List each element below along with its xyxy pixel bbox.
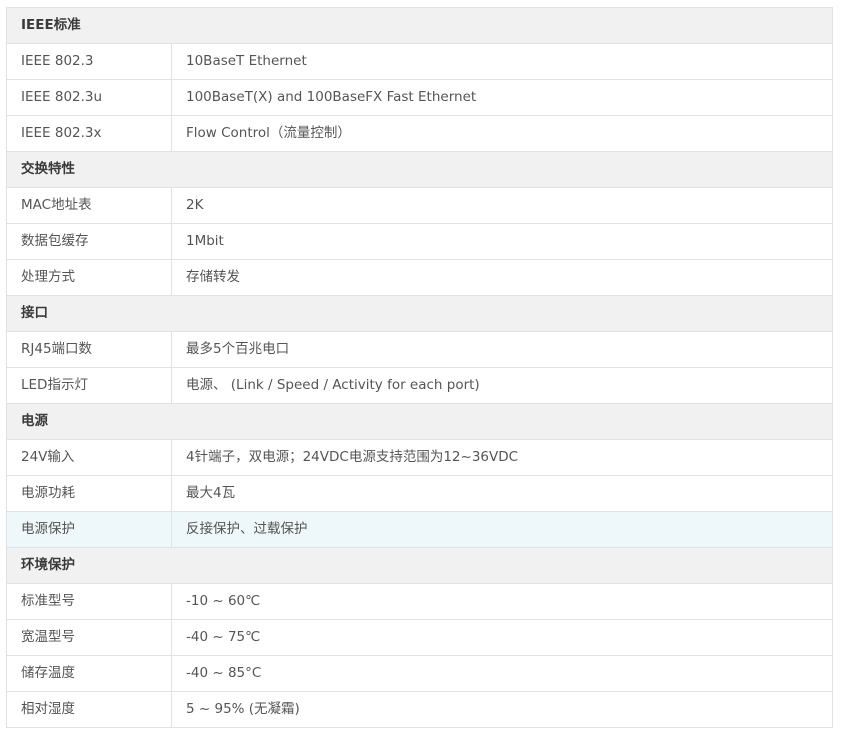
section-title: 接口 <box>6 295 833 332</box>
spec-value: 1Mbit <box>171 223 833 260</box>
spec-value: 2K <box>171 187 833 224</box>
table-row: RJ45端口数 最多5个百兆电口 <box>6 331 833 368</box>
spec-value: -40 ~ 85°C <box>171 655 833 692</box>
table-row: 宽温型号 -40 ~ 75℃ <box>6 619 833 656</box>
table-row: LED指示灯 电源、 (Link / Speed / Activity for … <box>6 367 833 404</box>
spec-value: -40 ~ 75℃ <box>171 619 833 656</box>
section-title: 交换特性 <box>6 151 833 188</box>
spec-label: 数据包缓存 <box>6 223 172 260</box>
section-title: IEEE标准 <box>6 7 833 44</box>
section-title: 环境保护 <box>6 547 833 584</box>
spec-value: 最多5个百兆电口 <box>171 331 833 368</box>
spec-value: 反接保护、过载保护 <box>171 511 833 548</box>
section-title: 电源 <box>6 403 833 440</box>
spec-label: IEEE 802.3 <box>6 43 172 80</box>
spec-label: MAC地址表 <box>6 187 172 224</box>
table-row: 24V输入 4针端子，双电源；24VDC电源支持范围为12~36VDC <box>6 439 833 476</box>
spec-label: 处理方式 <box>6 259 172 296</box>
spec-label: 电源功耗 <box>6 475 172 512</box>
spec-value: 电源、 (Link / Speed / Activity for each po… <box>171 367 833 404</box>
spec-value: 存储转发 <box>171 259 833 296</box>
table-row-highlighted: 电源保护 反接保护、过载保护 <box>6 511 833 548</box>
section-header-ieee: IEEE标准 <box>6 7 833 44</box>
table-row: 标准型号 -10 ~ 60℃ <box>6 583 833 620</box>
section-header-power: 电源 <box>6 403 833 440</box>
table-row: IEEE 802.3 10BaseT Ethernet <box>6 43 833 80</box>
spec-label: IEEE 802.3u <box>6 79 172 116</box>
spec-label: 标准型号 <box>6 583 172 620</box>
table-row: MAC地址表 2K <box>6 187 833 224</box>
spec-value: 最大4瓦 <box>171 475 833 512</box>
section-header-switching: 交换特性 <box>6 151 833 188</box>
spec-value: 5 ~ 95% (无凝霜) <box>171 691 833 728</box>
spec-label: IEEE 802.3x <box>6 115 172 152</box>
table-row: 储存温度 -40 ~ 85°C <box>6 655 833 692</box>
table-row: 相对湿度 5 ~ 95% (无凝霜) <box>6 691 833 728</box>
spec-value: 100BaseT(X) and 100BaseFX Fast Ethernet <box>171 79 833 116</box>
spec-value: 4针端子，双电源；24VDC电源支持范围为12~36VDC <box>171 439 833 476</box>
table-row: 处理方式 存储转发 <box>6 259 833 296</box>
spec-label: 24V输入 <box>6 439 172 476</box>
spec-label: 电源保护 <box>6 511 172 548</box>
table-row: 电源功耗 最大4瓦 <box>6 475 833 512</box>
spec-value: 10BaseT Ethernet <box>171 43 833 80</box>
spec-table: IEEE标准 IEEE 802.3 10BaseT Ethernet IEEE … <box>6 7 833 728</box>
spec-value: -10 ~ 60℃ <box>171 583 833 620</box>
spec-label: 储存温度 <box>6 655 172 692</box>
spec-label: RJ45端口数 <box>6 331 172 368</box>
table-row: IEEE 802.3u 100BaseT(X) and 100BaseFX Fa… <box>6 79 833 116</box>
spec-label: LED指示灯 <box>6 367 172 404</box>
section-header-interface: 接口 <box>6 295 833 332</box>
section-header-environment: 环境保护 <box>6 547 833 584</box>
table-row: IEEE 802.3x Flow Control（流量控制） <box>6 115 833 152</box>
spec-value: Flow Control（流量控制） <box>171 115 833 152</box>
spec-label: 宽温型号 <box>6 619 172 656</box>
table-row: 数据包缓存 1Mbit <box>6 223 833 260</box>
spec-label: 相对湿度 <box>6 691 172 728</box>
